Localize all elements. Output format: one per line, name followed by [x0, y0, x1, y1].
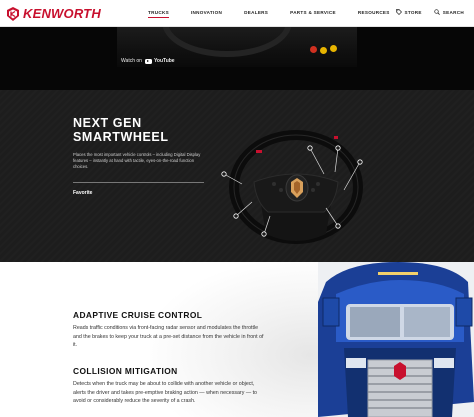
nav-item-parts-service[interactable]: PARTS & SERVICE: [290, 10, 336, 15]
video-dash-button-image: [320, 47, 327, 54]
nav-item-resources[interactable]: RESOURCES: [358, 10, 390, 15]
smartwheel-title-line-2: SMARTWHEEL: [73, 130, 169, 144]
search-icon: [434, 9, 440, 15]
utility-nav: STORE SEARCH: [395, 9, 464, 15]
youtube-label: YouTube: [153, 58, 175, 64]
watch-on-label: Watch on: [121, 58, 142, 64]
feature-body-acc: Reads traffic conditions via front-facin…: [73, 325, 264, 349]
favorite-tab[interactable]: Favorite: [73, 190, 92, 196]
search-link[interactable]: SEARCH: [434, 9, 464, 15]
feature-heading-acc: ADAPTIVE CRUISE CONTROL: [73, 310, 203, 320]
nav-item-innovation[interactable]: INNOVATION: [191, 10, 222, 15]
video-section: Watch on YouTube: [0, 27, 474, 90]
nav-item-dealers[interactable]: DEALERS: [244, 10, 268, 15]
brand-name: KENWORTH: [23, 6, 101, 21]
watch-on-youtube[interactable]: Watch on YouTube: [121, 58, 175, 64]
video-dash-button-image: [310, 46, 317, 53]
smartwheel-title-line-1: NEXT GEN: [73, 116, 142, 130]
main-nav: TRUCKS INNOVATION DEALERS PARTS & SERVIC…: [148, 10, 412, 18]
kenworth-truck-image: [318, 262, 474, 417]
search-label: SEARCH: [442, 9, 464, 15]
store-label: STORE: [404, 9, 422, 15]
feature-heading-collision: COLLISION MITIGATION: [73, 366, 178, 376]
divider: [73, 182, 204, 183]
youtube-icon: [144, 58, 152, 64]
youtube-video-player[interactable]: Watch on YouTube: [117, 27, 357, 67]
steering-wheel-diagram: [221, 130, 363, 244]
smartwheel-description: Places the most important vehicle contro…: [73, 152, 201, 170]
kenworth-logo-icon: [7, 6, 19, 21]
store-link[interactable]: STORE: [395, 9, 422, 15]
site-header: KENWORTH TRUCKS INNOVATION DEALERS PARTS…: [0, 0, 474, 27]
tag-icon: [395, 9, 402, 15]
video-dash-button-image: [330, 45, 337, 52]
nav-item-trucks[interactable]: TRUCKS: [148, 10, 169, 18]
kenworth-logo[interactable]: KENWORTH: [7, 6, 101, 21]
smartwheel-title: NEXT GEN SMARTWHEEL: [73, 116, 169, 144]
feature-body-collision: Detects when the truck may be about to c…: [73, 381, 258, 405]
youtube-brand: YouTube: [144, 58, 175, 64]
features-section: ADAPTIVE CRUISE CONTROL Reads traffic co…: [0, 262, 474, 417]
video-steering-wheel-image: [162, 27, 292, 57]
